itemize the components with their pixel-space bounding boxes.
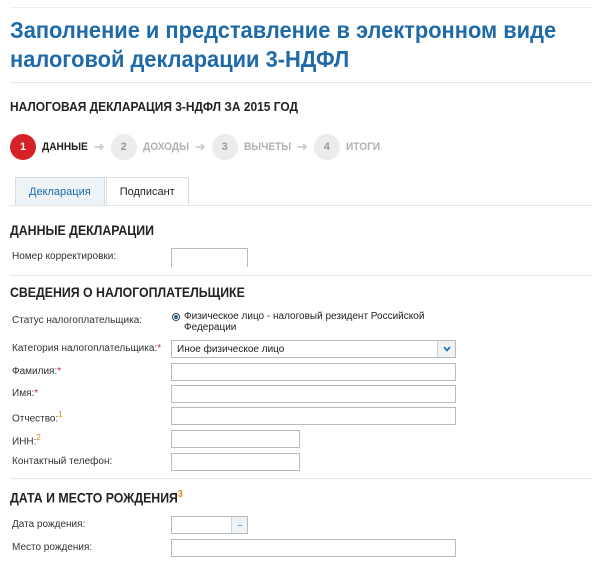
phone-input[interactable] <box>171 453 300 471</box>
first-name-label: Имя:* <box>12 388 39 399</box>
tabs-divider <box>10 205 592 206</box>
footnote-marker: 3 <box>177 489 183 500</box>
surname-label: Фамилия:* <box>12 366 62 377</box>
birth-place-input[interactable] <box>171 539 456 557</box>
patronymic-label: Отчество:1 <box>12 410 63 425</box>
tab-signatory[interactable]: Подписант <box>105 177 189 205</box>
date-picker-button[interactable]: ... <box>231 517 247 533</box>
taxpayer-category-value: Иное физическое лицо <box>177 343 285 355</box>
inn-input[interactable] <box>171 430 300 448</box>
form-tabs: Декларация Подписант <box>15 177 190 205</box>
first-name-input[interactable] <box>171 385 456 403</box>
birth-place-label: Место рождения: <box>12 542 93 553</box>
tab-declaration[interactable]: Декларация <box>15 177 105 205</box>
step-label: ДАННЫЕ <box>42 141 88 153</box>
section-divider <box>10 478 592 479</box>
arrow-right-icon: ➜ <box>296 139 308 154</box>
step-number: 4 <box>313 134 340 160</box>
taxpayer-category-label: Категория налогоплательщика:* <box>12 343 162 354</box>
footnote-marker: 1 <box>58 410 63 419</box>
step-label: ДОХОДЫ <box>142 141 189 153</box>
phone-label: Контактный телефон: <box>12 456 113 467</box>
taxpayer-category-select[interactable]: Иное физическое лицо <box>171 340 456 358</box>
section-taxpayer-title: СВЕДЕНИЯ О НАЛОГОПЛАТЕЛЬЩИКЕ <box>10 284 245 300</box>
title-divider <box>10 82 592 83</box>
page-title: Заполнение и представление в электронном… <box>10 17 557 72</box>
arrow-right-icon: ➜ <box>194 139 206 154</box>
taxpayer-status-label: Статус налогоплательщика: <box>12 315 143 326</box>
section-divider <box>10 275 592 276</box>
taxpayer-status-value: Физическое лицо - налоговый резидент Рос… <box>184 311 425 333</box>
patronymic-input[interactable] <box>171 407 456 425</box>
correction-number-label: Номер корректировки: <box>12 251 117 262</box>
taxpayer-status-radio[interactable]: Физическое лицо - налоговый резидент Рос… <box>172 311 429 333</box>
section-declaration-data-title: ДАННЫЕ ДЕКЛАРАЦИИ <box>10 222 154 238</box>
step-deductions[interactable]: 3 ВЫЧЕТЫ <box>211 134 295 160</box>
inn-label: ИНН:2 <box>12 433 41 448</box>
step-data[interactable]: 1 ДАННЫЕ <box>10 134 92 160</box>
top-divider <box>10 7 592 8</box>
step-number: 1 <box>10 134 36 160</box>
step-number: 3 <box>211 134 238 160</box>
wizard-steps: 1 ДАННЫЕ ➜ 2 ДОХОДЫ ➜ 3 ВЫЧЕТЫ ➜ 4 ИТОГИ <box>10 133 383 161</box>
step-label: ВЫЧЕТЫ <box>243 141 291 153</box>
radio-selected-icon[interactable] <box>172 313 180 321</box>
step-label: ИТОГИ <box>345 141 380 153</box>
birth-date-label: Дата рождения: <box>12 519 86 530</box>
step-totals[interactable]: 4 ИТОГИ <box>313 134 383 160</box>
footnote-marker: 2 <box>36 433 41 442</box>
required-marker: * <box>34 388 39 399</box>
arrow-right-icon: ➜ <box>93 139 105 154</box>
chevron-down-icon[interactable] <box>437 341 455 357</box>
correction-number-input[interactable] <box>171 248 248 267</box>
required-marker: * <box>157 343 162 354</box>
section-birth-title: ДАТА И МЕСТО РОЖДЕНИЯ3 <box>10 489 183 506</box>
step-income[interactable]: 2 ДОХОДЫ <box>110 134 193 160</box>
birth-date-input[interactable]: ... <box>171 516 248 534</box>
surname-input[interactable] <box>171 363 456 381</box>
declaration-header: НАЛОГОВАЯ ДЕКЛАРАЦИЯ 3-НДФЛ ЗА 2015 ГОД <box>10 99 299 114</box>
required-marker: * <box>57 366 62 377</box>
step-number: 2 <box>110 134 137 160</box>
